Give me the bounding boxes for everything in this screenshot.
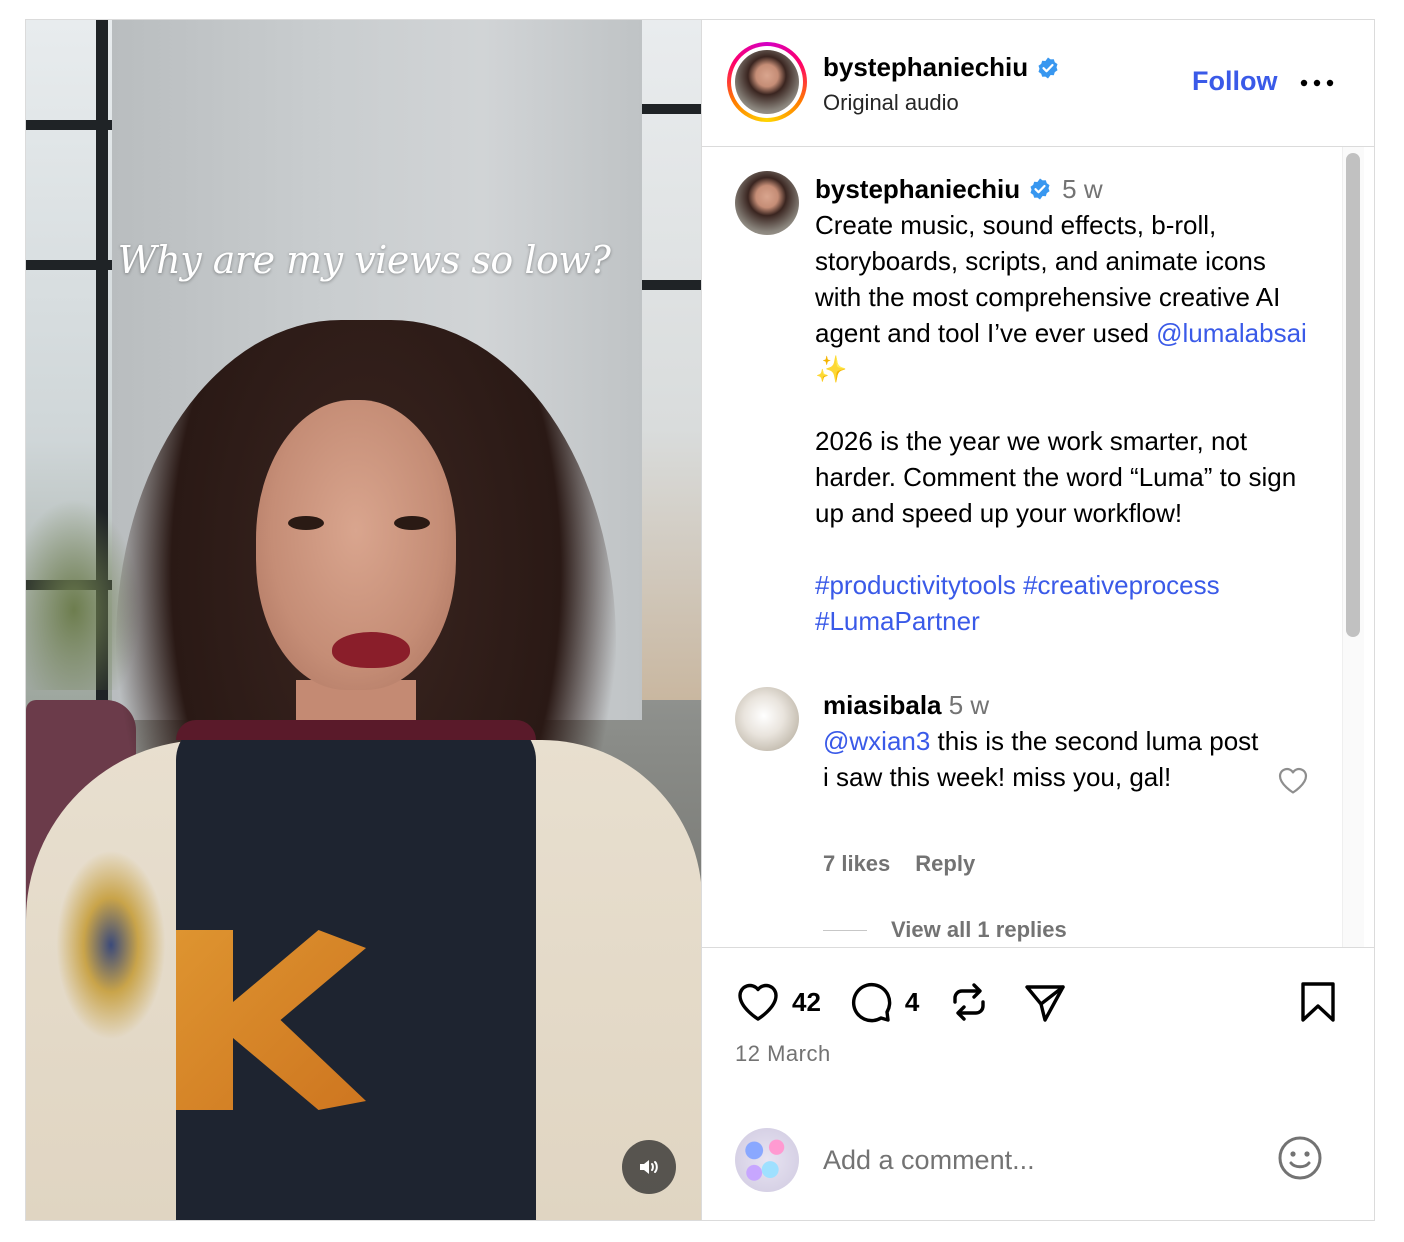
post-date[interactable]: 12 March xyxy=(735,1041,831,1067)
comment-likes[interactable]: 7 likes xyxy=(823,851,890,877)
repost-icon[interactable] xyxy=(945,978,993,1026)
share-send-icon[interactable] xyxy=(1021,978,1069,1026)
comment-count[interactable]: 4 xyxy=(905,987,919,1018)
author-avatar-photo xyxy=(735,50,799,114)
comment-like-heart-icon[interactable] xyxy=(1277,765,1309,795)
current-user-avatar xyxy=(735,1128,799,1192)
person-mouth xyxy=(332,632,410,668)
reel-video[interactable]: Why are my views so low? xyxy=(26,20,701,1220)
comment-timestamp[interactable]: 5 w xyxy=(949,690,989,720)
verified-badge-icon xyxy=(1038,57,1058,78)
view-replies-button[interactable]: View all 1 replies xyxy=(823,917,1067,943)
audio-label[interactable]: Original audio xyxy=(823,90,959,116)
follow-button[interactable]: Follow xyxy=(1192,66,1277,97)
post-details-panel: bystephaniechiu Original audio Follow by… xyxy=(701,20,1374,1220)
comment-bubble-icon[interactable] xyxy=(847,978,895,1026)
author-avatar[interactable] xyxy=(727,42,807,122)
add-comment-bar xyxy=(702,1118,1374,1223)
caption-author-avatar[interactable] xyxy=(735,171,799,235)
caption-text: Create music, sound effects, b-roll, sto… xyxy=(815,207,1315,387)
divider-line xyxy=(823,929,867,931)
like-heart-icon[interactable] xyxy=(734,978,782,1026)
comment-item: miasibala 5 w @wxian3 this is the second… xyxy=(823,687,1263,795)
post-modal: Why are my views so low? bystephaniechiu xyxy=(25,19,1375,1221)
speaker-icon xyxy=(640,1160,658,1174)
more-options-icon[interactable] xyxy=(1299,78,1335,88)
audio-toggle-button[interactable] xyxy=(622,1140,676,1194)
window-frame xyxy=(642,104,701,114)
save-bookmark-icon[interactable] xyxy=(1294,978,1342,1026)
sparkle-icon: ✨ xyxy=(815,354,848,384)
commenter-avatar[interactable] xyxy=(735,687,799,751)
caption-username-text[interactable]: bystephaniechiu xyxy=(815,171,1020,207)
hashtag-links[interactable]: #productivitytools #creativeprocess #Lum… xyxy=(815,567,1315,639)
caption-paragraph: 2026 is the year we work smarter, not ha… xyxy=(815,426,1297,528)
commenter-username[interactable]: miasibala xyxy=(823,690,942,720)
action-bar: 42 4 xyxy=(734,978,1069,1026)
author-username-text[interactable]: bystephaniechiu xyxy=(823,52,1028,83)
like-count[interactable]: 42 xyxy=(792,987,821,1018)
jacket-sleeve-patch xyxy=(56,850,166,1040)
comment-input[interactable] xyxy=(823,1140,1253,1180)
post-caption: bystephaniechiu 5 w Create music, sound … xyxy=(815,171,1315,639)
mention-link[interactable]: @lumalabsai xyxy=(1156,318,1307,348)
comment-meta: 7 likes Reply xyxy=(823,851,975,877)
post-header: bystephaniechiu Original audio Follow xyxy=(702,20,1374,147)
reply-button[interactable]: Reply xyxy=(915,851,975,877)
person-eye-left xyxy=(288,516,324,530)
comment-mention-link[interactable]: @wxian3 xyxy=(823,726,930,756)
video-overlay-text: Why are my views so low? xyxy=(117,238,611,282)
person-eye-right xyxy=(394,516,430,530)
author-username[interactable]: bystephaniechiu xyxy=(823,52,1060,83)
view-replies-label[interactable]: View all 1 replies xyxy=(891,917,1067,943)
scrollbar-thumb[interactable] xyxy=(1346,153,1360,637)
jacket-collar xyxy=(176,720,536,740)
post-actions: 42 4 12 March xyxy=(702,947,1374,1222)
background-window-right xyxy=(642,20,701,700)
verified-badge-icon xyxy=(1030,178,1050,200)
emoji-picker-icon[interactable] xyxy=(1276,1134,1324,1182)
comments-section[interactable]: bystephaniechiu 5 w Create music, sound … xyxy=(702,147,1374,947)
caption-username[interactable]: bystephaniechiu xyxy=(815,171,1052,207)
caption-timestamp[interactable]: 5 w xyxy=(1062,174,1102,204)
